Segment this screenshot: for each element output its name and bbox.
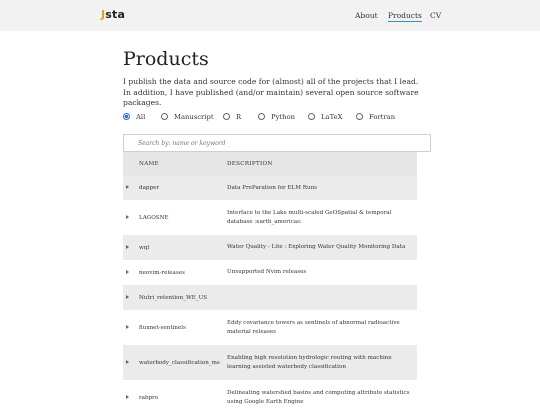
nav-link-cv[interactable]: CV bbox=[430, 11, 441, 20]
filter-fortran[interactable]: Fortran bbox=[356, 113, 395, 121]
product-name: rabpro bbox=[139, 394, 159, 401]
page-title: Products bbox=[123, 48, 209, 70]
table-row[interactable]: Nutri_retention_WE_US bbox=[123, 285, 417, 310]
expand-triangle-icon[interactable] bbox=[126, 394, 129, 399]
expand-triangle-icon[interactable] bbox=[126, 269, 129, 274]
filter-label: Manuscript bbox=[174, 113, 214, 121]
column-header-name[interactable]: NAME bbox=[123, 152, 226, 176]
product-name: Nutri_retention_WE_US bbox=[139, 294, 208, 301]
product-description: Water Quality - Lite : Exploring Water Q… bbox=[227, 244, 406, 250]
filter-latex[interactable]: LaTeX bbox=[308, 113, 342, 121]
filter-label: LaTeX bbox=[321, 113, 343, 121]
product-name: LAGOSNE bbox=[139, 214, 169, 221]
expand-triangle-icon[interactable] bbox=[126, 185, 129, 189]
filter-label: Python bbox=[271, 113, 295, 121]
intro-paragraph: I publish the data and source code for (… bbox=[123, 77, 419, 107]
column-header-description[interactable]: DESCRIPTION bbox=[226, 152, 417, 176]
products-table: NAME DESCRIPTION dapper Data PreParation… bbox=[123, 152, 417, 415]
expand-triangle-icon[interactable] bbox=[126, 359, 129, 364]
radio-selected-icon bbox=[123, 113, 130, 120]
product-name: neovim-releases bbox=[139, 269, 185, 276]
top-navbar: Jsta About Products CV bbox=[0, 0, 540, 31]
table-row[interactable]: dapper Data PreParation for ELM Runs bbox=[123, 176, 417, 200]
product-description: Delineating watershed basins and computi… bbox=[227, 389, 410, 405]
expand-triangle-icon[interactable] bbox=[126, 294, 129, 299]
radio-icon bbox=[356, 113, 363, 120]
filter-label: Fortran bbox=[369, 113, 396, 121]
filter-python[interactable]: Python bbox=[258, 113, 295, 121]
product-name: dapper bbox=[139, 185, 160, 191]
table-row[interactable]: rabpro Delineating watershed basins and … bbox=[123, 380, 417, 415]
filter-r[interactable]: R bbox=[223, 113, 241, 121]
product-description: Eddy covariance towers as sentinels of a… bbox=[227, 319, 400, 335]
product-name: wql bbox=[139, 244, 150, 251]
expand-triangle-icon[interactable] bbox=[126, 244, 129, 249]
product-description: Interface to the Lake multi-scaled GeOSp… bbox=[227, 209, 392, 225]
logo-text: sta bbox=[105, 8, 126, 21]
product-description: Data PreParation for ELM Runs bbox=[227, 184, 318, 191]
product-description: Enabling high resolution hydrologic rout… bbox=[227, 354, 392, 370]
filter-label: R bbox=[236, 113, 242, 121]
table-row[interactable]: neovim-releases Unsupported Nvim release… bbox=[123, 260, 417, 285]
filter-all[interactable]: All bbox=[123, 113, 145, 121]
table-header-row: NAME DESCRIPTION bbox=[123, 152, 417, 176]
radio-icon bbox=[161, 113, 168, 120]
product-name: fluxnet-sentinels bbox=[139, 324, 186, 331]
expand-triangle-icon[interactable] bbox=[126, 214, 129, 219]
filter-label: All bbox=[136, 113, 146, 121]
radio-icon bbox=[258, 113, 265, 120]
search-input[interactable] bbox=[123, 134, 431, 152]
site-logo[interactable]: Jsta bbox=[101, 8, 125, 21]
table-row[interactable]: wql Water Quality - Lite : Exploring Wat… bbox=[123, 235, 417, 260]
table-row[interactable]: waterbody_classification_ms Enabling hig… bbox=[123, 345, 417, 380]
expand-triangle-icon[interactable] bbox=[126, 324, 129, 329]
filter-manuscript[interactable]: Manuscript bbox=[161, 113, 214, 121]
nav-link-about[interactable]: About bbox=[355, 11, 378, 20]
product-name: waterbody_classification_ms bbox=[139, 359, 220, 366]
product-description: Unsupported Nvim releases bbox=[227, 269, 307, 275]
table-row[interactable]: LAGOSNE Interface to the Lake multi-scal… bbox=[123, 200, 417, 235]
table-row[interactable]: fluxnet-sentinels Eddy covariance towers… bbox=[123, 310, 417, 345]
product-description bbox=[226, 285, 417, 310]
nav-link-products[interactable]: Products bbox=[388, 11, 422, 22]
radio-icon bbox=[308, 113, 315, 120]
radio-icon bbox=[223, 113, 230, 120]
